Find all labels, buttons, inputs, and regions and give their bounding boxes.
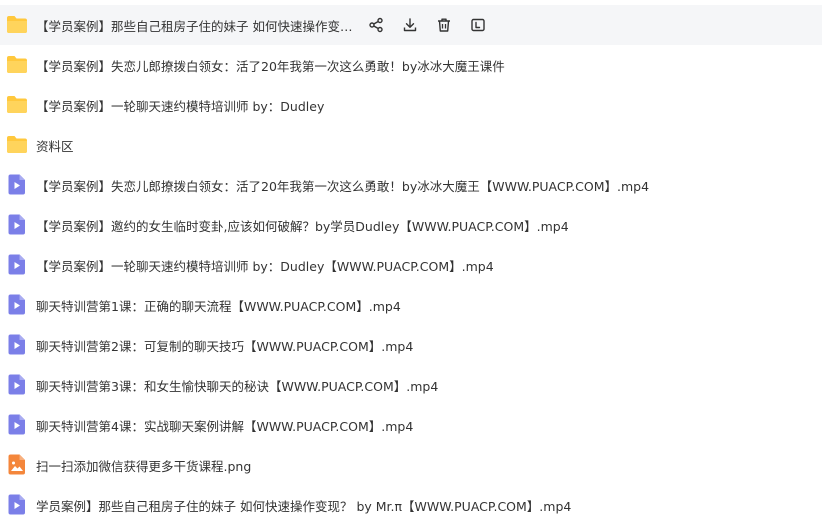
file-name: 【学员案例】失恋儿郎撩拨白领女：活了20年我第一次这么勇敢！by冰冰大魔王【WW… xyxy=(36,178,650,194)
folder-icon xyxy=(0,45,36,85)
delete-icon[interactable] xyxy=(432,13,456,37)
file-row-12[interactable]: 学员案例】那些自己租房子住的妹子 如何快速操作变现？ by Mr.π【WWW.P… xyxy=(0,485,822,525)
file-row-3[interactable]: 资料区 xyxy=(0,125,822,165)
video-file-icon xyxy=(0,245,36,285)
file-row-0[interactable]: 【学员案例】那些自己租房子住的妹子 如何快速操作变现？ by Mr.π xyxy=(0,5,822,45)
video-file-icon xyxy=(0,405,36,445)
file-name: 学员案例】那些自己租房子住的妹子 如何快速操作变现？ by Mr.π【WWW.P… xyxy=(36,498,572,514)
video-file-icon xyxy=(0,325,36,365)
file-row-5[interactable]: 【学员案例】邀约的女生临时变卦,应该如何破解？by学员Dudley【WWW.PU… xyxy=(0,205,822,245)
folder-icon xyxy=(0,5,36,45)
file-name: 扫一扫添加微信获得更多干货课程.png xyxy=(36,458,252,474)
video-file-icon xyxy=(0,165,36,205)
file-row-8[interactable]: 聊天特训营第2课：可复制的聊天技巧【WWW.PUACP.COM】.mp4 xyxy=(0,325,822,365)
file-row-4[interactable]: 【学员案例】失恋儿郎撩拨白领女：活了20年我第一次这么勇敢！by冰冰大魔王【WW… xyxy=(0,165,822,205)
file-row-7[interactable]: 聊天特训营第1课：正确的聊天流程【WWW.PUACP.COM】.mp4 xyxy=(0,285,822,325)
image-file-icon xyxy=(0,445,36,485)
file-row-11[interactable]: 扫一扫添加微信获得更多干货课程.png xyxy=(0,445,822,485)
file-name: 【学员案例】一轮聊天速约模特培训师 by：Dudley xyxy=(36,98,325,114)
file-name: 资料区 xyxy=(36,138,74,154)
video-file-icon xyxy=(0,485,36,525)
download-icon[interactable] xyxy=(398,13,422,37)
file-name: 聊天特训营第1课：正确的聊天流程【WWW.PUACP.COM】.mp4 xyxy=(36,298,401,314)
file-name: 【学员案例】那些自己租房子住的妹子 如何快速操作变现？ by Mr.π xyxy=(36,18,360,34)
file-row-2[interactable]: 【学员案例】一轮聊天速约模特培训师 by：Dudley xyxy=(0,85,822,125)
folder-icon xyxy=(0,85,36,125)
file-row-10[interactable]: 聊天特训营第4课：实战聊天案例讲解【WWW.PUACP.COM】.mp4 xyxy=(0,405,822,445)
video-file-icon xyxy=(0,205,36,245)
file-name: 【学员案例】一轮聊天速约模特培训师 by：Dudley【WWW.PUACP.CO… xyxy=(36,258,494,274)
file-list: 【学员案例】那些自己租房子住的妹子 如何快速操作变现？ by Mr.π 【学员案… xyxy=(0,0,822,530)
file-name: 聊天特训营第2课：可复制的聊天技巧【WWW.PUACP.COM】.mp4 xyxy=(36,338,414,354)
folder-icon xyxy=(0,125,36,165)
file-row-1[interactable]: 【学员案例】失恋儿郎撩拨白领女：活了20年我第一次这么勇敢！by冰冰大魔王课件 xyxy=(0,45,822,85)
file-row-6[interactable]: 【学员案例】一轮聊天速约模特培训师 by：Dudley【WWW.PUACP.CO… xyxy=(0,245,822,285)
file-name: 【学员案例】邀约的女生临时变卦,应该如何破解？by学员Dudley【WWW.PU… xyxy=(36,218,569,234)
file-row-9[interactable]: 聊天特训营第3课：和女生愉快聊天的秘诀【WWW.PUACP.COM】.mp4 xyxy=(0,365,822,405)
video-file-icon xyxy=(0,285,36,325)
file-name: 【学员案例】失恋儿郎撩拨白领女：活了20年我第一次这么勇敢！by冰冰大魔王课件 xyxy=(36,58,505,74)
file-name: 聊天特训营第4课：实战聊天案例讲解【WWW.PUACP.COM】.mp4 xyxy=(36,418,414,434)
video-file-icon xyxy=(0,365,36,405)
file-name: 聊天特训营第3课：和女生愉快聊天的秘诀【WWW.PUACP.COM】.mp4 xyxy=(36,378,439,394)
rename-icon[interactable] xyxy=(466,13,490,37)
row-actions xyxy=(364,5,500,45)
share-icon[interactable] xyxy=(364,13,388,37)
